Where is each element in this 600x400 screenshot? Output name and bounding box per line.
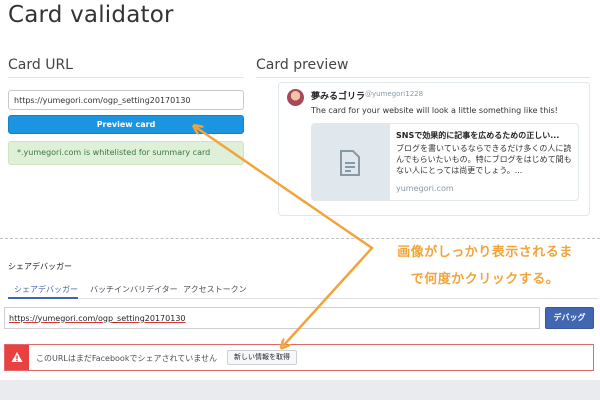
card-thumbnail (312, 124, 390, 200)
card-url-input[interactable] (8, 90, 244, 110)
alert-icon-box (5, 345, 29, 370)
document-icon (340, 150, 360, 176)
tab-share-debugger[interactable]: シェアデバッガー (14, 284, 78, 295)
debug-button[interactable]: デバッグ (545, 307, 594, 329)
section-divider (0, 238, 600, 239)
tweet-author-name: 夢みるゴリラ (311, 92, 366, 102)
annotation-line-1: 画像がしっかり表示されるま (397, 245, 573, 260)
card-url-divider (8, 77, 244, 78)
warning-icon (11, 352, 23, 362)
card-preview-heading: Card preview (256, 57, 349, 73)
tab-access-token[interactable]: アクセストークン (183, 284, 247, 295)
summary-card[interactable]: SNSで効果的に記事を広めるための正しい... ブログを書いているならできるだけ… (311, 123, 579, 201)
alert-message: このURLはまだFacebookでシェアされていません (36, 354, 217, 363)
fetch-new-info-button[interactable]: 新しい情報を取得 (227, 350, 297, 365)
avatar (287, 89, 304, 106)
tweet-preview: 夢みるゴリラ @yumegori1228 The card for your w… (278, 82, 590, 216)
page-title: Card validator (8, 2, 174, 28)
card-title: SNSで効果的に記事を広めるための正しい... (396, 131, 560, 140)
tab-batch-invalidator[interactable]: バッチインバリデイター (90, 284, 178, 295)
preview-card-button[interactable]: Preview card (8, 115, 244, 134)
tweet-text: The card for your website will look a li… (311, 106, 558, 115)
footer-band (0, 380, 600, 400)
card-preview-divider (256, 77, 590, 78)
tweet-author-handle: @yumegori1228 (365, 90, 424, 98)
not-shared-alert: このURLはまだFacebookでシェアされていません 新しい情報を取得 (4, 344, 594, 371)
card-domain: yumegori.com (396, 184, 454, 193)
whitelist-message: *.yumegori.com is whitelisted for summar… (8, 141, 244, 165)
share-debugger-title: シェアデバッガー (8, 262, 72, 271)
annotation-line-2: で何度かクリックする。 (410, 272, 560, 287)
active-tab-indicator (8, 297, 78, 299)
card-url-heading: Card URL (8, 57, 73, 73)
card-description: ブログを書いているならできるだけ多くの人に読んでもらいたいもの。特にブログをはじ… (396, 144, 572, 175)
debugger-url-input[interactable] (4, 307, 540, 329)
